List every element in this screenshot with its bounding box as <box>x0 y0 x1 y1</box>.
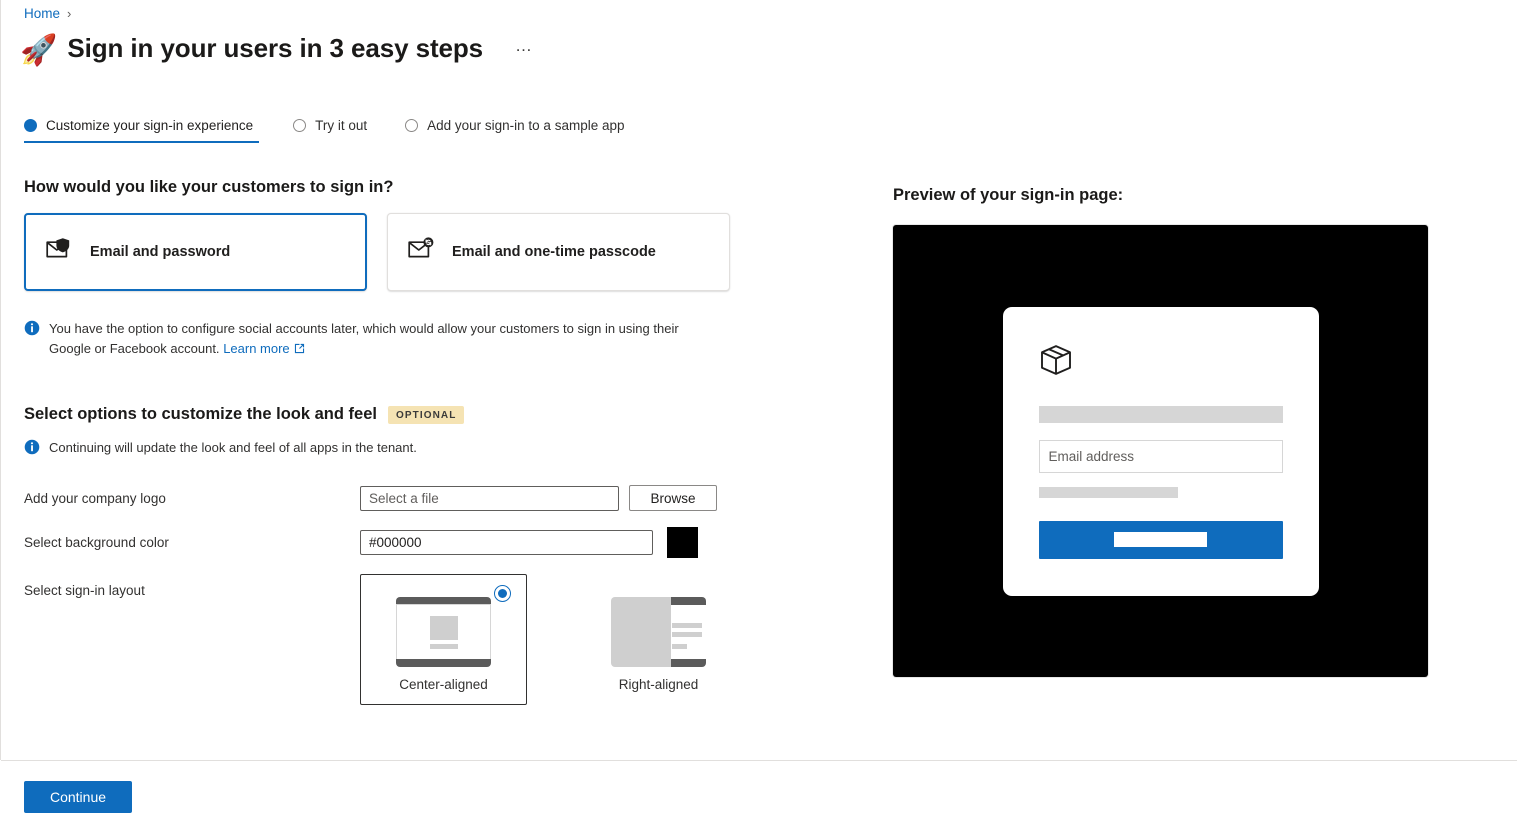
signin-method-options: Email and password Email and one-time pa… <box>24 213 764 291</box>
step-indicator-icon <box>293 119 306 132</box>
more-options-button[interactable]: … <box>515 36 534 56</box>
logo-field-row: Add your company logo Browse <box>24 485 764 511</box>
preview-title-placeholder <box>1039 406 1283 423</box>
layout-radio-selected-icon[interactable] <box>494 585 511 602</box>
method-card-email-otp[interactable]: Email and one-time passcode <box>387 213 730 291</box>
preview-title: Preview of your sign-in page: <box>893 186 1428 205</box>
signin-method-heading: How would you like your customers to sig… <box>24 178 764 197</box>
preview-subtext-placeholder <box>1039 487 1178 498</box>
layout-option-center-aligned[interactable]: Center-aligned <box>360 574 527 705</box>
preview-email-placeholder: Email address <box>1049 449 1135 464</box>
continue-button[interactable]: Continue <box>24 781 132 813</box>
background-color-row: Select background color <box>24 527 764 558</box>
background-color-input[interactable] <box>360 530 653 555</box>
look-and-feel-info: Continuing will update the look and feel… <box>24 438 764 461</box>
settings-column: How would you like your customers to sig… <box>24 178 764 721</box>
step-tabs: Customize your sign-in experience Try it… <box>24 118 639 143</box>
breadcrumb-home-link[interactable]: Home <box>24 6 60 21</box>
social-accounts-info: You have the option to configure social … <box>24 319 724 360</box>
step-tab-customize[interactable]: Customize your sign-in experience <box>24 118 269 143</box>
preview-stage: Email address <box>893 225 1428 677</box>
appearance-form: Add your company logo Browse Select back… <box>24 485 764 705</box>
rocket-emoji-icon: 🚀 <box>20 36 57 66</box>
step-tab-label: Try it out <box>315 118 367 133</box>
step-indicator-icon <box>405 119 418 132</box>
optional-badge: OPTIONAL <box>388 406 464 424</box>
step-tab-sample-app[interactable]: Add your sign-in to a sample app <box>405 118 638 143</box>
signin-layout-row: Select sign-in layout <box>24 574 764 705</box>
info-body: You have the option to configure social … <box>49 321 679 356</box>
look-and-feel-info-text: Continuing will update the look and feel… <box>49 438 417 458</box>
method-card-email-password[interactable]: Email and password <box>24 213 367 291</box>
center-aligned-thumbnail-icon <box>396 597 491 667</box>
signin-method-heading-text: How would you like your customers to sig… <box>24 178 393 197</box>
external-link-icon <box>294 340 305 360</box>
layout-option-label: Right-aligned <box>619 677 699 692</box>
signin-layout-label: Select sign-in layout <box>24 574 360 598</box>
layout-option-right-aligned[interactable]: Right-aligned <box>575 574 742 705</box>
background-color-label: Select background color <box>24 535 360 550</box>
info-icon <box>24 320 40 342</box>
breadcrumb: Home › <box>24 6 71 21</box>
mail-shield-icon <box>46 237 76 268</box>
breadcrumb-separator-icon: › <box>67 6 71 21</box>
step-tab-try-it-out[interactable]: Try it out <box>293 118 381 143</box>
logo-file-input[interactable] <box>360 486 619 511</box>
step-tab-label: Add your sign-in to a sample app <box>427 118 624 133</box>
step-indicator-icon <box>24 119 37 132</box>
preview-email-input[interactable]: Email address <box>1039 440 1283 473</box>
learn-more-link[interactable]: Learn more <box>223 341 289 356</box>
color-swatch[interactable] <box>667 527 698 558</box>
page-content: Home › 🚀 Sign in your users in 3 easy st… <box>0 0 1517 760</box>
social-accounts-info-text: You have the option to configure social … <box>49 319 724 360</box>
layout-option-label: Center-aligned <box>399 677 488 692</box>
step-active-underline <box>24 141 259 144</box>
cube-box-icon <box>1039 343 1283 382</box>
preview-panel: Preview of your sign-in page: Email addr… <box>893 186 1428 677</box>
logo-field-label: Add your company logo <box>24 491 360 506</box>
info-icon <box>24 439 40 461</box>
mail-passcode-icon <box>408 237 438 268</box>
preview-primary-button[interactable] <box>1039 521 1283 559</box>
look-and-feel-heading-text: Select options to customize the look and… <box>24 405 377 424</box>
page-title: Sign in your users in 3 easy steps <box>67 33 483 64</box>
look-and-feel-heading: Select options to customize the look and… <box>24 405 764 424</box>
page-title-row: 🚀 Sign in your users in 3 easy steps … <box>20 33 534 64</box>
preview-signin-card: Email address <box>1003 307 1319 596</box>
command-footer: Continue <box>1 760 1517 821</box>
method-card-label: Email and one-time passcode <box>452 244 656 260</box>
browse-button[interactable]: Browse <box>629 485 717 511</box>
signin-layout-options: Center-aligned <box>360 574 742 705</box>
method-card-label: Email and password <box>90 244 230 260</box>
step-tab-label: Customize your sign-in experience <box>46 118 253 133</box>
right-aligned-thumbnail-icon <box>611 597 706 667</box>
